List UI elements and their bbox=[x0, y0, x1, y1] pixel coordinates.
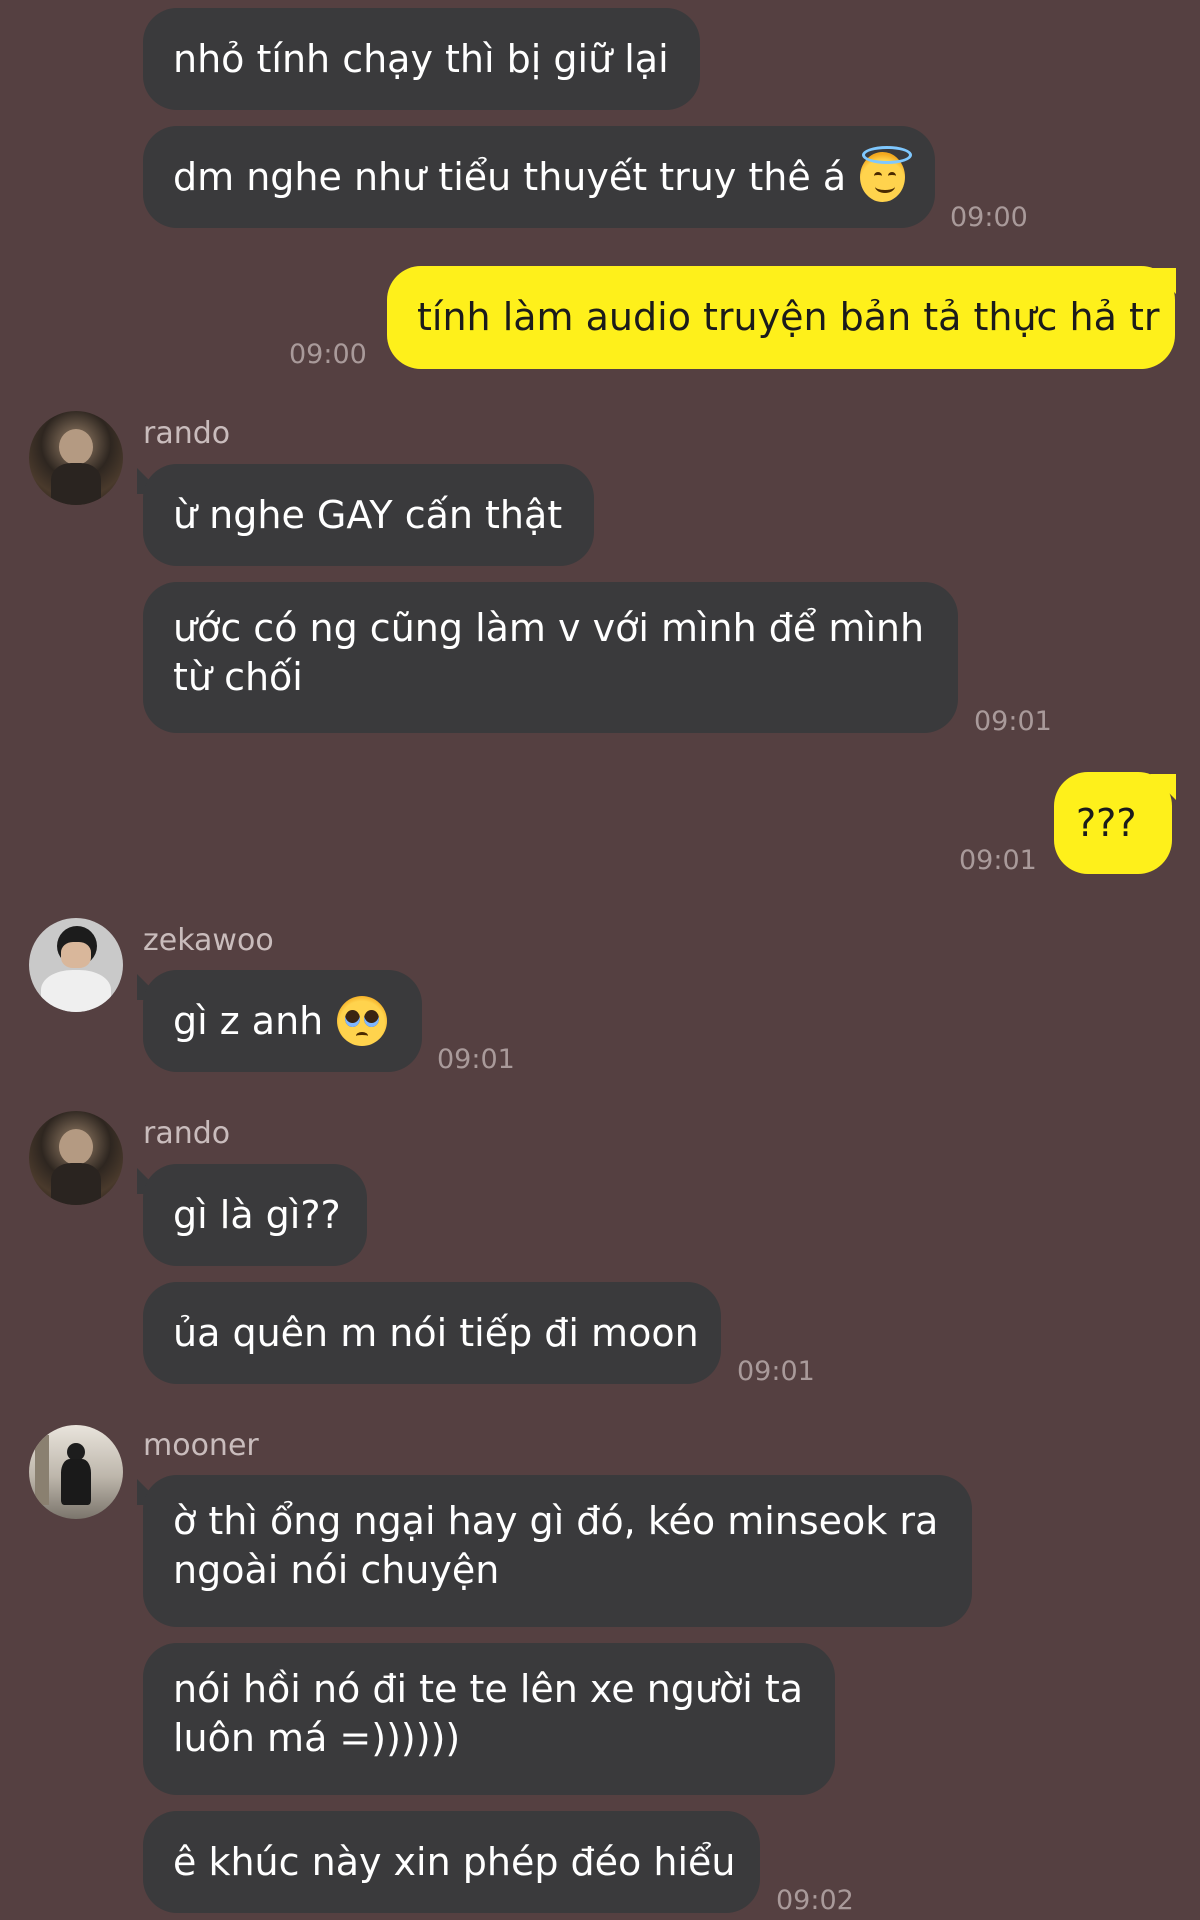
bubble-tail bbox=[1150, 774, 1176, 800]
message-text-line: ngoài nói chuyện bbox=[173, 1548, 500, 1592]
message-bubble[interactable]: gì là gì?? bbox=[143, 1164, 367, 1266]
message-bubble[interactable]: dm nghe như tiểu thuyết truy thê á bbox=[143, 126, 935, 228]
message-bubble[interactable]: nói hồi nó đi te te lên xe người ta luôn… bbox=[143, 1643, 835, 1795]
zekawoo-avatar[interactable] bbox=[29, 918, 123, 1012]
outgoing-message-bubble[interactable]: tính làm audio truyện bản tả thực hả tr bbox=[387, 266, 1175, 369]
message-text-line: nói hồi nó đi te te lên xe người ta bbox=[173, 1667, 804, 1711]
message-timestamp: 09:02 bbox=[776, 1885, 854, 1916]
message-bubble[interactable]: ủa quên m nói tiếp đi moon bbox=[143, 1282, 721, 1384]
bubble-tail bbox=[1150, 268, 1176, 294]
sender-name: rando bbox=[143, 1116, 231, 1151]
message-bubble[interactable]: ờ thì ổng ngại hay gì đó, kéo minseok ra… bbox=[143, 1475, 972, 1627]
message-text-line: từ chối bbox=[173, 655, 303, 699]
message-text-line: luôn má =)))))) bbox=[173, 1716, 461, 1760]
message-text: ê khúc này xin phép đéo hiểu bbox=[173, 1839, 736, 1884]
sender-name: rando bbox=[143, 416, 231, 451]
message-text: gì z anh bbox=[173, 998, 324, 1043]
message-bubble[interactable]: ê khúc này xin phép đéo hiểu bbox=[143, 1811, 760, 1913]
message-text: tính làm audio truyện bản tả thực hả tr bbox=[417, 295, 1160, 339]
message-bubble[interactable]: nhỏ tính chạy thì bị giữ lại bbox=[143, 8, 700, 110]
sender-name: zekawoo bbox=[143, 923, 274, 958]
message-timestamp: 09:00 bbox=[289, 339, 367, 370]
message-text: ủa quên m nói tiếp đi moon bbox=[173, 1310, 699, 1355]
sender-name: mooner bbox=[143, 1428, 259, 1463]
message-timestamp: 09:00 bbox=[950, 202, 1028, 233]
message-bubble[interactable]: gì z anh bbox=[143, 970, 422, 1072]
message-text: dm nghe như tiểu thuyết truy thê á bbox=[173, 154, 847, 199]
message-bubble[interactable]: ừ nghe GAY cấn thật bbox=[143, 464, 594, 566]
smiling-face-with-halo-emoji bbox=[860, 146, 913, 202]
message-bubble[interactable]: ước có ng cũng làm v với mình để mình từ… bbox=[143, 582, 958, 733]
mooner-avatar[interactable] bbox=[29, 1425, 123, 1519]
message-timestamp: 09:01 bbox=[974, 706, 1052, 737]
message-text: nhỏ tính chạy thì bị giữ lại bbox=[173, 36, 669, 81]
message-text: ??? bbox=[1076, 800, 1137, 845]
rando-avatar[interactable] bbox=[29, 411, 123, 505]
message-text-line: ước có ng cũng làm v với mình để mình bbox=[173, 606, 925, 650]
message-timestamp: 09:01 bbox=[437, 1044, 515, 1075]
message-timestamp: 09:01 bbox=[737, 1356, 815, 1387]
message-text-line: ờ thì ổng ngại hay gì đó, kéo minseok ra bbox=[173, 1499, 939, 1543]
message-text: gì là gì?? bbox=[173, 1192, 341, 1237]
pleading-face-emoji bbox=[337, 996, 388, 1046]
message-text: ừ nghe GAY cấn thật bbox=[173, 492, 563, 537]
rando-avatar[interactable] bbox=[29, 1111, 123, 1205]
message-timestamp: 09:01 bbox=[959, 845, 1037, 876]
